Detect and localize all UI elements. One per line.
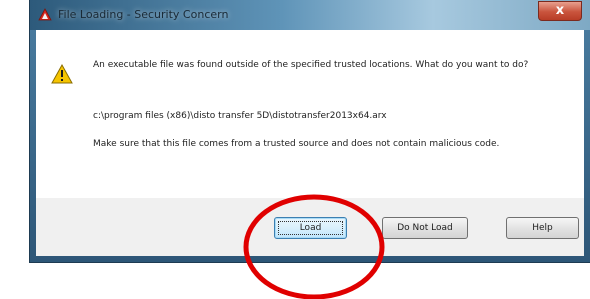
screenshot-stage: File Loading - Security Concern x An exe… xyxy=(0,0,590,299)
load-button[interactable]: Load xyxy=(274,217,347,239)
title-bar[interactable]: File Loading - Security Concern x xyxy=(30,0,590,30)
help-button[interactable]: Help xyxy=(506,217,579,239)
do-not-load-button[interactable]: Do Not Load xyxy=(382,217,468,239)
security-dialog: File Loading - Security Concern x An exe… xyxy=(30,0,590,262)
dialog-title: File Loading - Security Concern xyxy=(58,8,229,21)
autocad-app-icon xyxy=(38,8,52,21)
warning-message: An executable file was found outside of … xyxy=(93,60,529,70)
message-area: An executable file was found outside of … xyxy=(36,30,584,198)
warning-icon xyxy=(51,64,73,84)
dialog-body: An executable file was found outside of … xyxy=(36,30,584,256)
trust-note: Make sure that this file comes from a tr… xyxy=(93,139,500,149)
help-button-label: Help xyxy=(532,223,553,233)
file-path: c:\program files (x86)\disto transfer 5D… xyxy=(93,111,387,121)
focus-rectangle xyxy=(278,221,343,235)
close-button[interactable]: x xyxy=(538,1,582,21)
do-not-load-button-label: Do Not Load xyxy=(397,223,453,233)
close-icon: x xyxy=(555,3,565,18)
